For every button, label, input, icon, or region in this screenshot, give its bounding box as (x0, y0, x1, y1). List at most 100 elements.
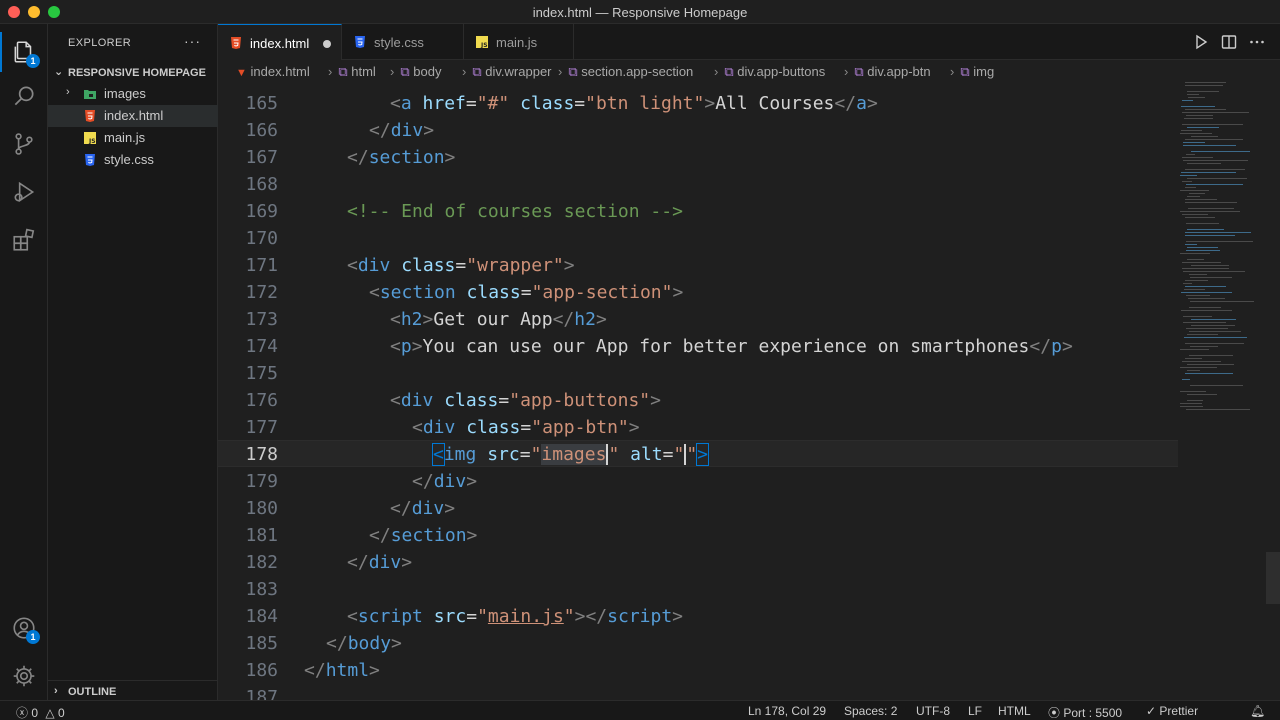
current-code-line[interactable]: 178 <img src="images " alt=" "> (218, 440, 1178, 467)
minimap-line (1185, 169, 1245, 170)
project-folder-header[interactable]: ⌄ RESPONSIVE HOMEPAGE (48, 63, 218, 85)
minimap-line (1186, 409, 1250, 410)
tab-label: index.html (250, 36, 310, 51)
minimap-line (1189, 307, 1221, 308)
minimap-line (1186, 295, 1210, 296)
code-line[interactable]: 184 <script src="main.js"></script> (218, 603, 1178, 630)
minimap-line (1183, 322, 1226, 323)
code-line[interactable]: 176 <div class="app-buttons"> (218, 387, 1178, 414)
tab-main-js[interactable]: JS main.js (464, 24, 574, 60)
breadcrumb-item-div-app-btn[interactable]: › ⧉ div.app-btn (844, 64, 931, 80)
run-icon[interactable] (1192, 33, 1210, 51)
code-line[interactable]: 182 </div> (218, 549, 1178, 576)
code-line[interactable]: 166 </div> (218, 117, 1178, 144)
script-src-link[interactable]: main.js (488, 606, 564, 627)
tab-index-html[interactable]: index.html (218, 24, 342, 61)
explorer-title: EXPLORER (68, 37, 132, 49)
code-line[interactable]: 172 <section class="app-section"> (218, 279, 1178, 306)
code-line[interactable]: 185 </body> (218, 630, 1178, 657)
eol-status[interactable]: LF (968, 704, 982, 718)
minimap-line (1190, 346, 1218, 347)
breadcrumb-item-div-app-buttons[interactable]: › ⧉ div.app-buttons (714, 64, 825, 80)
tree-item-style-css[interactable]: style.css (48, 149, 218, 171)
breadcrumb-item-section-app-section[interactable]: › ⧉ section.app-section (558, 64, 693, 80)
code-line[interactable]: 187 (218, 684, 1178, 700)
accounts-activity-button[interactable]: 1 (0, 604, 48, 652)
status-bar: ⓧ 0 △ 0 Ln 178, Col 29 Spaces: 2 UTF-8 L… (0, 700, 1280, 720)
breadcrumb-item-body[interactable]: › ⧉ body (390, 64, 441, 80)
html-file-icon (85, 110, 95, 122)
code-line[interactable]: 175 (218, 360, 1178, 387)
activity-bar: 1 1 (0, 24, 48, 700)
live-server-status[interactable]: ⦿ Port : 5500 (1048, 704, 1122, 720)
minimap-line (1182, 268, 1229, 269)
element-icon: ⧉ (472, 64, 482, 79)
breadcrumb-item-html[interactable]: › ⧉ html (328, 64, 376, 80)
css-file-icon (355, 36, 365, 48)
minimap-line (1186, 223, 1219, 224)
breadcrumb-item-index-html[interactable]: ▼ index.html (236, 64, 310, 79)
encoding-status[interactable]: UTF-8 (916, 704, 950, 718)
tree-item-index-html[interactable]: index.html (48, 105, 218, 127)
outline-section-header[interactable]: › OUTLINE (48, 680, 218, 702)
explorer-badge: 1 (26, 54, 40, 68)
prettier-status[interactable]: ✓ Prettier (1146, 704, 1198, 718)
manage-activity-button[interactable] (0, 652, 48, 700)
html-file-icon (231, 37, 241, 49)
indentation-status[interactable]: Spaces: 2 (844, 704, 897, 718)
split-editor-icon[interactable] (1220, 33, 1238, 51)
tree-item-label: style.css (104, 152, 154, 167)
explorer-sidebar: EXPLORER ··· ⌄ RESPONSIVE HOMEPAGE › ima… (48, 24, 218, 700)
extensions-activity-button[interactable] (0, 216, 48, 264)
warning-icon: △ (45, 706, 55, 720)
minimap-line (1185, 85, 1223, 86)
code-line[interactable]: 174 <p>You can use our App for better exp… (218, 333, 1178, 360)
element-icon: ⧉ (960, 64, 970, 79)
code-line[interactable]: 169 <!-- End of courses section --> (218, 198, 1178, 225)
code-line[interactable]: 179 </div> (218, 468, 1178, 495)
minimap-line (1184, 337, 1247, 338)
code-line[interactable]: 171 <div class="wrapper"> (218, 252, 1178, 279)
more-actions-icon[interactable] (1248, 33, 1266, 51)
notifications-bell-icon[interactable]: 🔔︎ (1250, 704, 1265, 718)
minimap[interactable] (1176, 82, 1266, 700)
code-line[interactable]: 180 </div> (218, 495, 1178, 522)
run-debug-activity-button[interactable] (0, 168, 48, 216)
unsaved-indicator-icon[interactable] (323, 40, 331, 48)
code-line[interactable]: 168 (218, 171, 1178, 198)
minimap-line (1185, 358, 1202, 359)
search-activity-button[interactable] (0, 72, 48, 120)
breadcrumb-item-img[interactable]: › ⧉ img (950, 64, 994, 80)
css-file-icon (85, 154, 95, 166)
minimap-line (1187, 334, 1218, 335)
minimap-line (1187, 91, 1219, 92)
code-line[interactable]: 177 <div class="app-btn"> (218, 414, 1178, 441)
minimap-line (1186, 250, 1220, 251)
chevron-right-icon: › (54, 685, 58, 697)
tab-style-css[interactable]: style.css (342, 24, 464, 60)
code-line[interactable]: 173 <h2>Get our App</h2> (218, 306, 1178, 333)
code-editor[interactable]: 165 <a href="#" class="btn light">All Cou… (218, 82, 1280, 700)
explorer-more-actions-button[interactable]: ··· (184, 33, 201, 49)
explorer-activity-button[interactable]: 1 (0, 28, 48, 76)
minimap-line (1188, 97, 1205, 98)
code-line[interactable]: 170 (218, 225, 1178, 252)
element-icon: ⧉ (338, 64, 348, 79)
language-mode-status[interactable]: HTML (998, 704, 1031, 718)
cursor-position-status[interactable]: Ln 178, Col 29 (748, 704, 826, 718)
code-line[interactable]: 165 <a href="#" class="btn light">All Cou… (218, 90, 1178, 117)
minimap-line (1180, 253, 1210, 254)
code-line[interactable]: 167 </section> (218, 144, 1178, 171)
chevron-right-icon: › (66, 86, 70, 98)
tree-item-images[interactable]: › images (48, 83, 218, 105)
code-line[interactable]: 183 (218, 576, 1178, 603)
vertical-scrollbar-thumb[interactable] (1266, 552, 1280, 604)
problems-status[interactable]: ⓧ 0 △ 0 (16, 704, 65, 720)
tree-item-main-js[interactable]: JS main.js (48, 127, 218, 149)
source-control-activity-button[interactable] (0, 120, 48, 168)
minimap-line (1181, 106, 1215, 107)
code-line[interactable]: 181 </section> (218, 522, 1178, 549)
breadcrumb-item-div-wrapper[interactable]: › ⧉ div.wrapper (462, 64, 552, 80)
code-line[interactable]: 186 </html> (218, 657, 1178, 684)
minimap-line (1189, 193, 1205, 194)
